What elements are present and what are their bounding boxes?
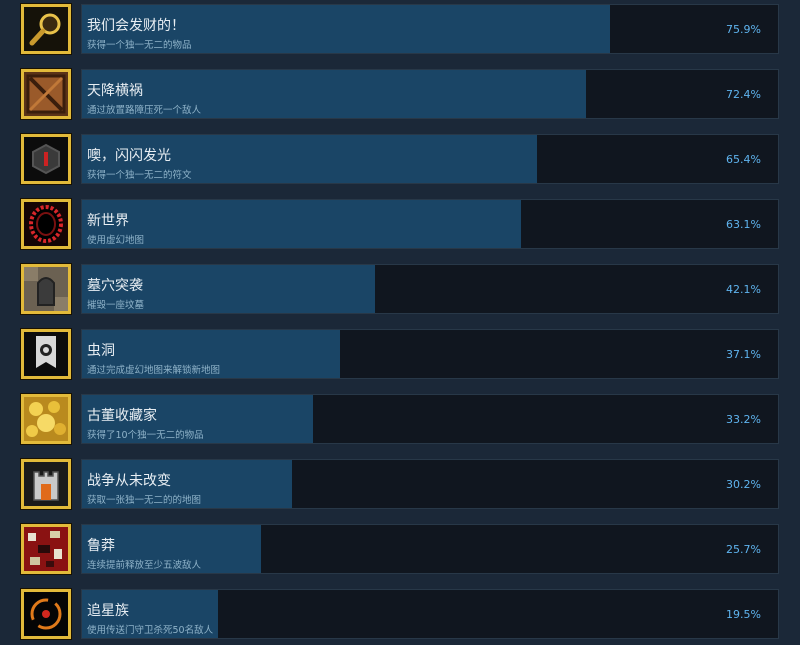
achievement-row[interactable]: 鲁莽连续提前释放至少五波敌人 25.7% [0, 522, 800, 575]
achievement-title: 战争从未改变 [87, 473, 171, 489]
achievement-description: 通过完成虚幻地图来解锁新地图 [87, 365, 221, 376]
achievement-title: 新世界 [87, 213, 129, 229]
progress-bar: 新世界使用虚幻地图 63.1% [81, 199, 779, 249]
achievement-description: 摧毁一座坟墓 [87, 300, 145, 311]
achievement-row[interactable]: 新世界使用虚幻地图 63.1% [0, 197, 800, 250]
achievement-row[interactable]: 虫洞通过完成虚幻地图来解锁新地图 37.1% [0, 327, 800, 380]
achievement-row[interactable]: 古董收藏家获得了10个独一无二的物品 33.2% [0, 392, 800, 445]
achievement-description: 获取一张独一无二的的地图 [87, 495, 202, 506]
progress-bar: 虫洞通过完成虚幻地图来解锁新地图 37.1% [81, 329, 779, 379]
unlock-percentage: 30.2% [726, 478, 761, 491]
unlock-percentage: 42.1% [726, 283, 761, 296]
achievement-row[interactable]: 墓穴突袭摧毁一座坟墓 42.1% [0, 262, 800, 315]
magnifier-icon [21, 4, 71, 54]
banner-icon [21, 329, 71, 379]
achievement-title: 鲁莽 [87, 538, 115, 554]
achievement-row[interactable]: 噢，闪闪发光获得一个独一无二的符文 65.4% [0, 132, 800, 185]
progress-bar: 鲁莽连续提前释放至少五波敌人 25.7% [81, 524, 779, 574]
unlock-percentage: 19.5% [726, 608, 761, 621]
achievement-title: 天降横祸 [87, 83, 143, 99]
progress-bar: 噢，闪闪发光获得一个独一无二的符文 65.4% [81, 134, 779, 184]
progress-bar: 追星族使用传送门守卫杀死50名敌人 19.5% [81, 589, 779, 639]
achievement-description: 使用虚幻地图 [87, 235, 145, 246]
progress-fill [82, 200, 521, 248]
achievement-title: 噢，闪闪发光 [87, 148, 171, 164]
tomb-icon [21, 264, 71, 314]
orbit-icon [21, 589, 71, 639]
achievement-row[interactable]: 天降横祸通过放置路障压死一个敌人 72.4% [0, 67, 800, 120]
unlock-percentage: 63.1% [726, 218, 761, 231]
crate-icon [21, 69, 71, 119]
unlock-percentage: 65.4% [726, 153, 761, 166]
progress-bar: 我们会发财的！ 获得一个独一无二的物品 75.9% [81, 4, 779, 54]
progress-bar: 战争从未改变获取一张独一无二的的地图 30.2% [81, 459, 779, 509]
unlock-percentage: 25.7% [726, 543, 761, 556]
achievement-title: 追星族 [87, 603, 129, 619]
achievement-description: 通过放置路障压死一个敌人 [87, 105, 202, 116]
unlock-percentage: 37.1% [726, 348, 761, 361]
portal-icon [21, 199, 71, 249]
progress-bar: 墓穴突袭摧毁一座坟墓 42.1% [81, 264, 779, 314]
progress-bar: 古董收藏家获得了10个独一无二的物品 33.2% [81, 394, 779, 444]
unlock-percentage: 75.9% [726, 23, 761, 36]
achievement-title: 墓穴突袭 [87, 278, 143, 294]
tower-icon [21, 459, 71, 509]
achievement-description: 使用传送门守卫杀死50名敌人 [87, 625, 214, 636]
achievement-title: 古董收藏家 [87, 408, 157, 424]
treasure-icon [21, 394, 71, 444]
achievement-title: 我们会发财的！ [87, 18, 185, 34]
unlock-percentage: 72.4% [726, 88, 761, 101]
rune-icon [21, 134, 71, 184]
unlock-percentage: 33.2% [726, 413, 761, 426]
chaos-icon [21, 524, 71, 574]
achievement-title: 虫洞 [87, 343, 115, 359]
achievement-row[interactable]: 战争从未改变获取一张独一无二的的地图 30.2% [0, 457, 800, 510]
achievement-description: 获得一个独一无二的符文 [87, 170, 192, 181]
achievement-description: 获得一个独一无二的物品 [87, 40, 192, 51]
achievement-description: 获得了10个独一无二的物品 [87, 430, 204, 441]
progress-bar: 天降横祸通过放置路障压死一个敌人 72.4% [81, 69, 779, 119]
achievement-description: 连续提前释放至少五波敌人 [87, 560, 202, 571]
achievement-row[interactable]: 我们会发财的！ 获得一个独一无二的物品 75.9% [0, 2, 800, 55]
achievement-row[interactable]: 追星族使用传送门守卫杀死50名敌人 19.5% [0, 587, 800, 640]
